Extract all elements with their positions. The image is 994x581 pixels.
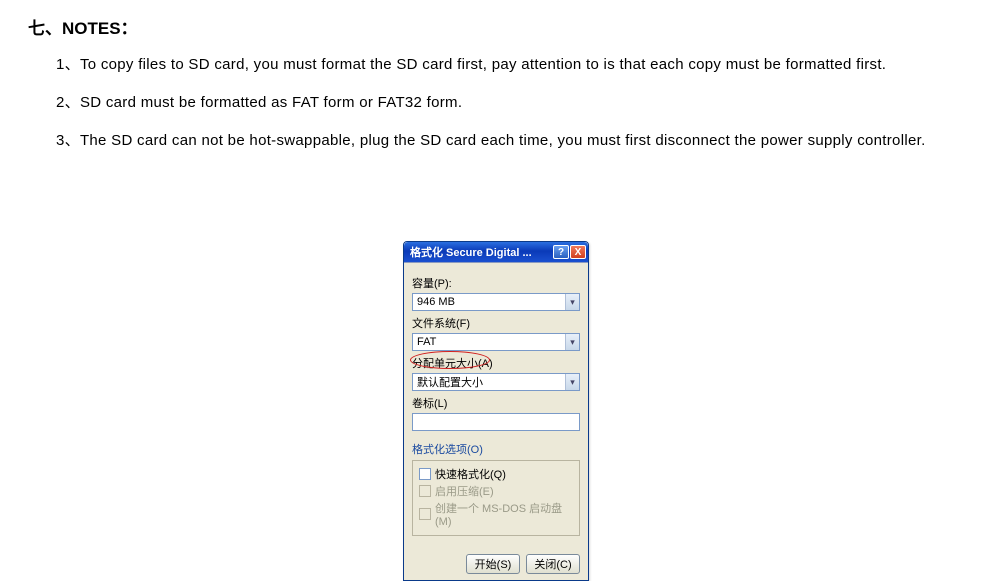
format-dialog: 格式化 Secure Digital ... ? X 容量(P): 946 MB… — [403, 241, 589, 581]
chevron-down-icon: ▾ — [565, 374, 579, 390]
close-button[interactable]: 关闭(C) — [526, 554, 580, 574]
format-options-group: 快速格式化(Q) 启用压缩(E) 创建一个 MS-DOS 启动盘(M) — [412, 460, 580, 536]
allocation-label: 分配单元大小(A) — [412, 355, 580, 371]
format-options-title: 格式化选项(O) — [412, 441, 580, 457]
filesystem-combo[interactable]: FAT ▾ — [412, 333, 580, 351]
filesystem-label: 文件系统(F) — [412, 315, 580, 331]
enable-compression-label: 启用压缩(E) — [435, 483, 494, 499]
volume-label: 卷标(L) — [412, 395, 580, 411]
enable-compression-row: 启用压缩(E) — [419, 483, 573, 499]
quick-format-label: 快速格式化(Q) — [435, 466, 506, 482]
checkbox-icon — [419, 508, 431, 520]
chevron-down-icon: ▾ — [565, 294, 579, 310]
dialog-title: 格式化 Secure Digital ... — [410, 244, 553, 260]
note-1: 1、To copy files to SD card, you must for… — [28, 53, 966, 77]
start-button[interactable]: 开始(S) — [466, 554, 520, 574]
create-msdos-row: 创建一个 MS-DOS 启动盘(M) — [419, 500, 573, 528]
dialog-body: 容量(P): 946 MB ▾ 文件系统(F) FAT ▾ 分配单元大小(A) … — [404, 262, 588, 580]
help-button[interactable]: ? — [553, 245, 569, 259]
checkbox-icon — [419, 468, 431, 480]
create-msdos-label: 创建一个 MS-DOS 启动盘(M) — [435, 500, 573, 528]
checkbox-icon — [419, 485, 431, 497]
dialog-titlebar: 格式化 Secure Digital ... ? X — [404, 242, 588, 262]
section-heading: 七、NOTES： — [28, 14, 966, 39]
note-3: 3、The SD card can not be hot-swappable, … — [28, 129, 966, 153]
volume-input[interactable] — [412, 413, 580, 431]
filesystem-value: FAT — [417, 336, 436, 348]
dialog-buttons: 开始(S) 关闭(C) — [412, 554, 580, 574]
allocation-combo[interactable]: 默认配置大小 ▾ — [412, 373, 580, 391]
note-2: 2、SD card must be formatted as FAT form … — [28, 91, 966, 115]
format-dialog-screenshot: 格式化 Secure Digital ... ? X 容量(P): 946 MB… — [403, 241, 589, 581]
chevron-down-icon: ▾ — [565, 334, 579, 350]
quick-format-row[interactable]: 快速格式化(Q) — [419, 466, 573, 482]
close-window-button[interactable]: X — [570, 245, 586, 259]
capacity-label: 容量(P): — [412, 275, 580, 291]
capacity-value: 946 MB — [417, 296, 455, 308]
capacity-combo[interactable]: 946 MB ▾ — [412, 293, 580, 311]
allocation-value: 默认配置大小 — [417, 374, 483, 390]
